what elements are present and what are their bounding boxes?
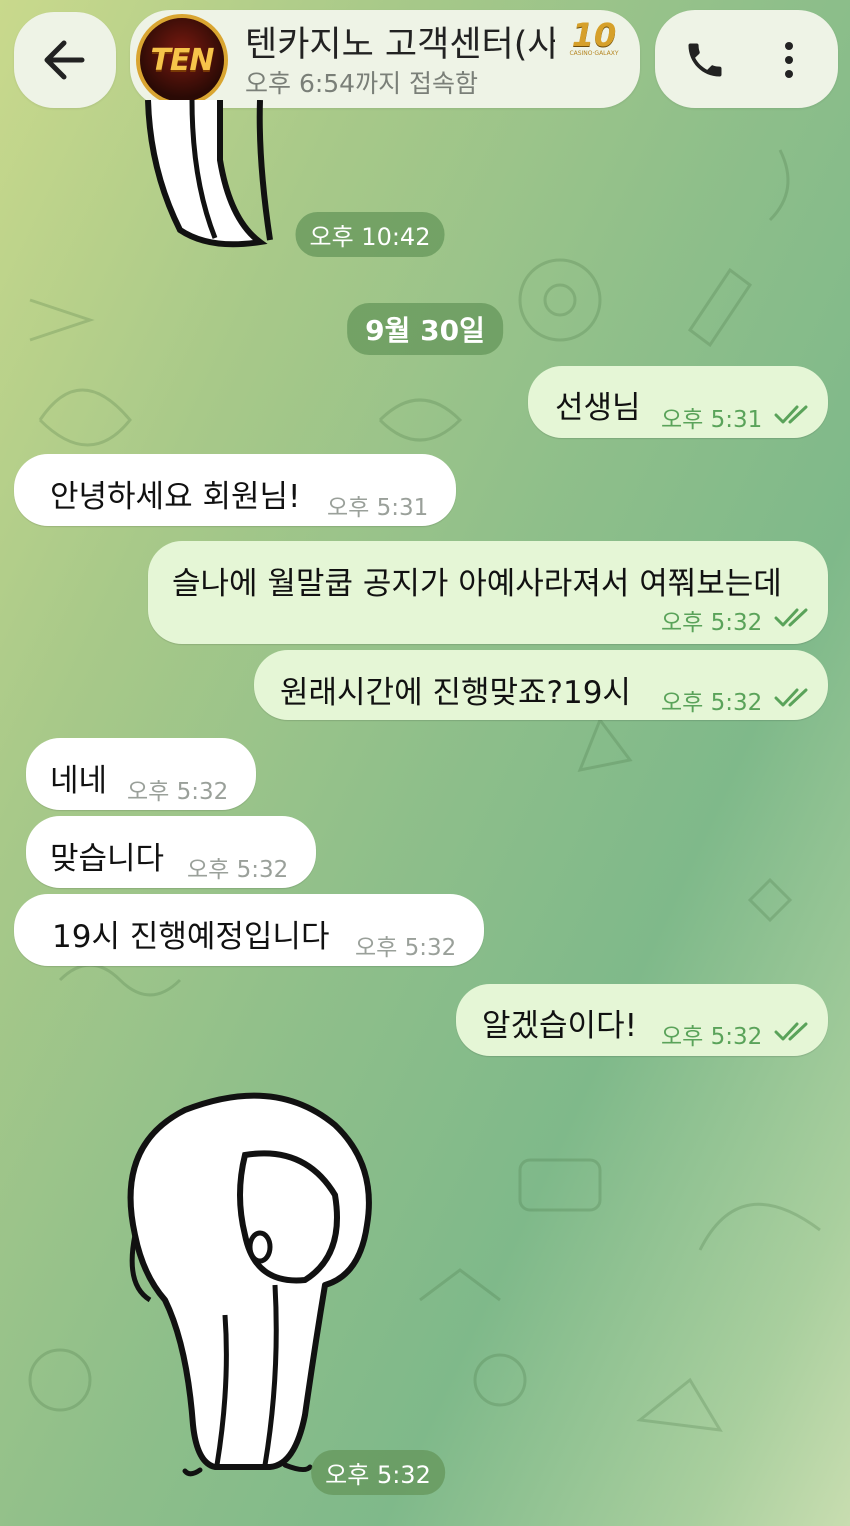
message-bubble[interactable]: 원래시간에 진행맞죠?19시 오후 5:32 (254, 650, 828, 720)
message-bubble[interactable]: 안녕하세요 회원님! 오후 5:31 (14, 454, 456, 526)
sticker-timestamp: 오후 10:42 (295, 212, 445, 257)
anniversary-badge: 10 CASINO·GALAXY (568, 16, 620, 60)
message-text: 알겠습이다! (482, 1008, 638, 1044)
message-bubble[interactable]: 19시 진행예정입니다 오후 5:32 (14, 894, 484, 966)
message-bubble[interactable]: 맞습니다 오후 5:32 (26, 816, 316, 888)
phone-icon[interactable] (683, 38, 727, 82)
message-bubble[interactable]: 선생님 오후 5:31 (528, 366, 828, 438)
message-time: 오후 5:32 (661, 690, 763, 716)
avatar[interactable]: TEN (136, 14, 228, 106)
badge-text: CASINO·GALAXY (569, 49, 619, 57)
date-separator: 9월 30일 (347, 303, 503, 355)
message-text: 선생님 (555, 390, 641, 426)
message-bubble[interactable]: 네네 오후 5:32 (26, 738, 256, 810)
message-text: 슬나에 월말쿱 공지가 아예사라져서 여쭤보는데 (172, 566, 782, 602)
message-time: 오후 5:31 (661, 407, 763, 433)
double-check-icon (774, 405, 808, 424)
message-time: 오후 5:31 (327, 495, 429, 521)
more-vertical-icon[interactable] (767, 38, 811, 82)
back-arrow-icon (44, 40, 85, 80)
double-check-icon (774, 688, 808, 707)
message-bubble[interactable]: 알겠습이다! 오후 5:32 (456, 984, 828, 1056)
message-time: 오후 5:32 (187, 857, 289, 883)
back-button[interactable] (14, 12, 116, 108)
message-text: 원래시간에 진행맞죠?19시 (280, 675, 631, 711)
message-time: 오후 5:32 (355, 935, 457, 961)
badge-number: 10 (571, 15, 617, 54)
message-text: 안녕하세요 회원님! (50, 479, 301, 515)
message-text: 19시 진행예정입니다 (52, 919, 330, 955)
message-time: 오후 5:32 (661, 610, 763, 636)
double-check-icon (774, 608, 808, 627)
message-time: 오후 5:32 (127, 779, 229, 805)
message-text: 네네 (50, 763, 108, 799)
chat-title: 텐카지노 고객센터(사 (245, 25, 555, 62)
message-time: 오후 5:32 (661, 1024, 763, 1050)
sticker-timestamp: 오후 5:32 (311, 1450, 445, 1495)
message-text: 맞습니다 (50, 841, 165, 877)
last-seen-status: 오후 6:54까지 접속함 (245, 69, 479, 98)
avatar-logo-text: TEN (150, 42, 214, 78)
double-check-icon (774, 1022, 808, 1041)
sticker-bowing-character[interactable] (105, 1085, 380, 1480)
message-bubble[interactable]: 슬나에 월말쿱 공지가 아예사라져서 여쭤보는데 오후 5:32 (148, 541, 828, 644)
sticker-top[interactable] (120, 100, 290, 250)
header-actions (655, 10, 838, 108)
